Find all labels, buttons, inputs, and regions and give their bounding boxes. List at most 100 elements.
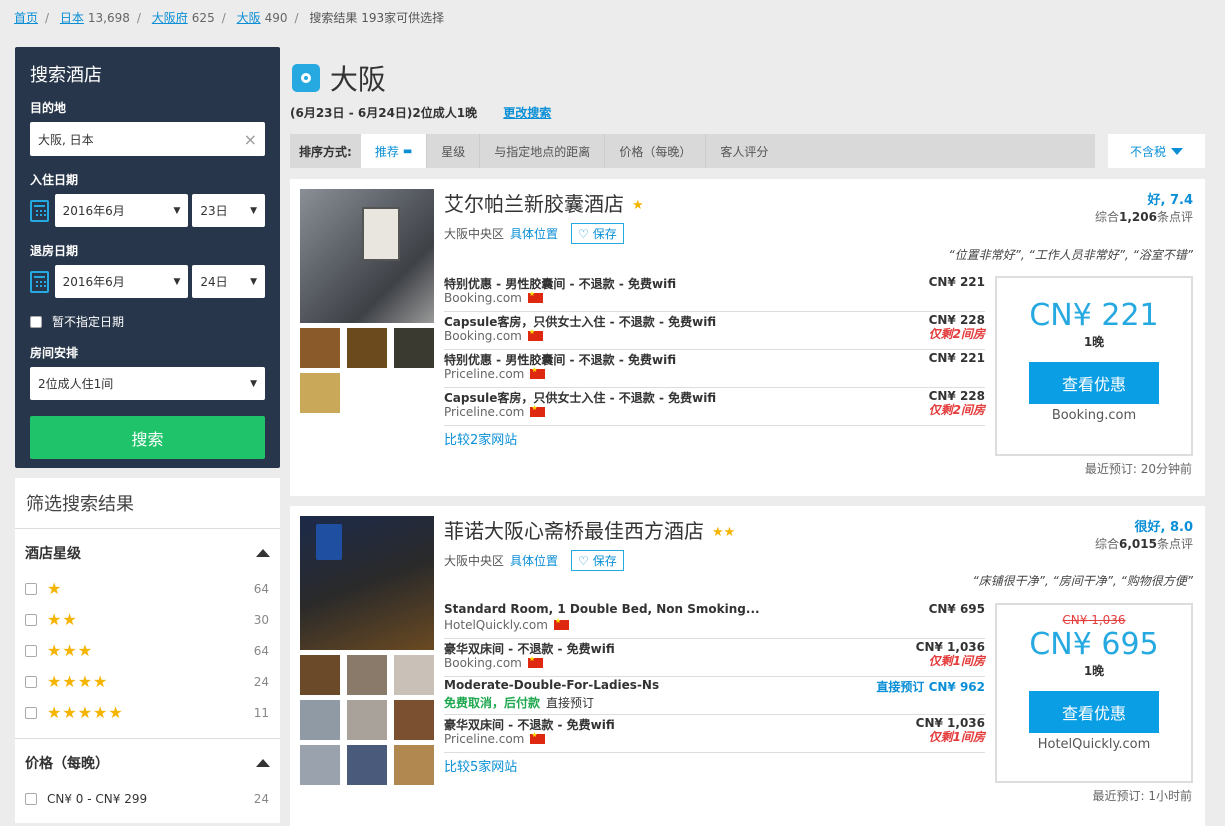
- hotel-thumbnail[interactable]: [394, 700, 434, 740]
- star-checkbox[interactable]: [25, 706, 37, 719]
- hotel-thumbnail[interactable]: [300, 655, 340, 695]
- save-label: 保存: [592, 227, 617, 241]
- hotel-thumbnail[interactable]: [394, 328, 434, 368]
- collapse-icon[interactable]: [256, 759, 270, 767]
- offer-row[interactable]: 特别优惠 - 男性胶囊间 - 不退款 - 免费wifi Priceline.co…: [444, 350, 985, 388]
- hotel-photo[interactable]: [300, 516, 434, 650]
- china-flag-icon: [553, 617, 569, 630]
- hotel-thumbnail[interactable]: [300, 745, 340, 785]
- location-pin-icon: [292, 64, 320, 92]
- star-checkbox[interactable]: [25, 613, 37, 626]
- change-search-link[interactable]: 更改搜索: [503, 106, 551, 120]
- best-deal-box: CN¥ 221 1晚 查看优惠 Booking.com: [995, 276, 1193, 456]
- breadcrumb-current: 搜索结果 193家可供选择: [309, 11, 445, 25]
- stay-dates: (6月23日 - 6月24日)2位成人1晚: [290, 106, 478, 120]
- checkin-month-value: 2016年6月: [62, 204, 125, 218]
- hotel-name[interactable]: 艾尔帕兰新胶囊酒店 ★: [444, 188, 644, 217]
- compare-sites-link[interactable]: 比较2家网站: [444, 429, 517, 448]
- deal-site: Booking.com: [1051, 408, 1137, 423]
- tax-dropdown[interactable]: 不含税: [1108, 134, 1205, 168]
- deal-old-price: CN¥ 1,036: [1062, 613, 1126, 627]
- breadcrumb-japan[interactable]: 日本: [60, 11, 84, 25]
- star-checkbox[interactable]: [25, 582, 37, 595]
- sort-recommended[interactable]: 推荐 ▬: [360, 134, 427, 168]
- calendar-icon[interactable]: [30, 270, 49, 293]
- star-rating-1: ★: [47, 579, 63, 598]
- chevron-down-icon: ▼: [250, 378, 257, 389]
- filter-count: 64: [253, 581, 269, 596]
- reviews-prefix: 综合: [1095, 210, 1120, 224]
- sort-price[interactable]: 价格（每晚）: [604, 134, 705, 168]
- offer-row[interactable]: 特别优惠 - 男性胶囊间 - 不退款 - 免费wifi Booking.com …: [444, 274, 985, 312]
- checkout-day-select[interactable]: 24日 ▼: [192, 265, 265, 298]
- chevron-down-icon: ▼: [173, 205, 181, 216]
- star-checkbox[interactable]: [25, 675, 37, 688]
- sort-bar: 排序方式: 推荐 ▬ 星级 与指定地点的距离 价格（每晚） 客人评分: [290, 134, 1095, 168]
- breadcrumb-home[interactable]: 首页: [14, 11, 38, 25]
- offer-row[interactable]: Standard Room, 1 Double Bed, Non Smoking…: [444, 601, 985, 639]
- rooms-value: 2位成人住1间: [38, 377, 114, 391]
- china-flag-icon: [527, 328, 543, 341]
- save-button[interactable]: ♡ 保存: [571, 550, 624, 571]
- calendar-icon[interactable]: [30, 199, 49, 222]
- chevron-down-icon: ▼: [173, 276, 181, 287]
- hotel-thumbnail[interactable]: [300, 373, 340, 413]
- offer-row[interactable]: 豪华双床间 - 不退款 - 免费wifi Booking.com CN¥ 1,0…: [444, 639, 985, 677]
- star-checkbox[interactable]: [25, 644, 37, 657]
- checkout-month-select[interactable]: 2016年6月 ▼: [54, 265, 189, 298]
- no-dates-checkbox[interactable]: [30, 315, 42, 328]
- checkin-month-select[interactable]: 2016年6月 ▼: [54, 194, 189, 227]
- hotel-sign-image: [362, 207, 400, 261]
- no-dates-checkbox-row[interactable]: 暂不指定日期: [30, 313, 265, 330]
- breadcrumb-osaka-pref[interactable]: 大阪府: [152, 11, 188, 25]
- hotel-thumbnail[interactable]: [300, 700, 340, 740]
- price-filter-header[interactable]: 价格（每晚）: [25, 753, 270, 773]
- hotel-thumbnail[interactable]: [347, 328, 387, 368]
- sort-rating[interactable]: 客人评分: [705, 134, 782, 168]
- view-deal-button[interactable]: 查看优惠: [1029, 691, 1159, 733]
- price-checkbox[interactable]: [25, 792, 37, 805]
- sort-distance[interactable]: 与指定地点的距离: [479, 134, 604, 168]
- hotel-thumbnail[interactable]: [347, 745, 387, 785]
- location-link[interactable]: 具体位置: [510, 225, 558, 242]
- star-filter-title: 酒店星级: [25, 546, 81, 562]
- save-button[interactable]: ♡ 保存: [571, 223, 624, 244]
- search-button[interactable]: 搜索: [30, 416, 265, 459]
- recent-booking: 最近预订: 20分钟前: [1084, 462, 1192, 476]
- sort-label: 排序方式:: [299, 144, 352, 159]
- hotel-photo[interactable]: [300, 189, 434, 323]
- deal-nights: 1晚: [1083, 335, 1105, 349]
- hotel-thumbnail[interactable]: [347, 700, 387, 740]
- view-deal-button[interactable]: 查看优惠: [1029, 362, 1159, 404]
- hotel-name-text: 菲诺大阪心斋桥最佳西方酒店: [444, 519, 704, 543]
- collapse-icon[interactable]: [256, 549, 270, 557]
- breadcrumb-count: 13,698: [87, 11, 130, 25]
- chevron-down-icon: [1171, 147, 1183, 155]
- filter-count: 24: [253, 791, 269, 806]
- offer-row[interactable]: 豪华双床间 - 不退款 - 免费wifi Priceline.com CN¥ 1…: [444, 715, 985, 753]
- offer-row[interactable]: Capsule客房，只供女士入住 - 不退款 - 免费wifi Booking.…: [444, 312, 985, 350]
- review-count: 综合6,015条点评: [1095, 535, 1193, 552]
- deal-price: CN¥ 221: [1029, 298, 1159, 333]
- hotel-name-text: 艾尔帕兰新胶囊酒店: [444, 192, 624, 216]
- hotel-name[interactable]: 菲诺大阪心斋桥最佳西方酒店 ★★: [444, 515, 735, 544]
- compare-sites-link[interactable]: 比较5家网站: [444, 756, 517, 775]
- location-link[interactable]: 具体位置: [510, 552, 558, 569]
- star-filter-header[interactable]: 酒店星级: [25, 543, 270, 563]
- rating-text: 很好, 8.0: [1134, 520, 1194, 535]
- breadcrumb-osaka[interactable]: 大阪: [237, 11, 261, 25]
- rooms-left-warning: 仅剩1间房: [928, 654, 985, 668]
- hotel-thumbnail[interactable]: [347, 655, 387, 695]
- hotel-thumbnail[interactable]: [300, 328, 340, 368]
- offer-site: 直接预订: [546, 696, 595, 710]
- checkin-day-select[interactable]: 23日 ▼: [192, 194, 265, 227]
- clear-icon[interactable]: ×: [244, 130, 257, 149]
- page-title: 大阪: [329, 63, 386, 96]
- offer-row[interactable]: Moderate-Double-For-Ladies-Ns 免费取消，后付款 直接…: [444, 677, 985, 715]
- hotel-thumbnail[interactable]: [394, 655, 434, 695]
- rooms-select[interactable]: 2位成人住1间 ▼: [30, 367, 265, 400]
- offer-row[interactable]: Capsule客房，只供女士入住 - 不退款 - 免费wifi Pricelin…: [444, 388, 985, 426]
- destination-input[interactable]: 大阪, 日本 ×: [30, 122, 265, 156]
- hotel-thumbnail[interactable]: [394, 745, 434, 785]
- sort-stars[interactable]: 星级: [426, 134, 479, 168]
